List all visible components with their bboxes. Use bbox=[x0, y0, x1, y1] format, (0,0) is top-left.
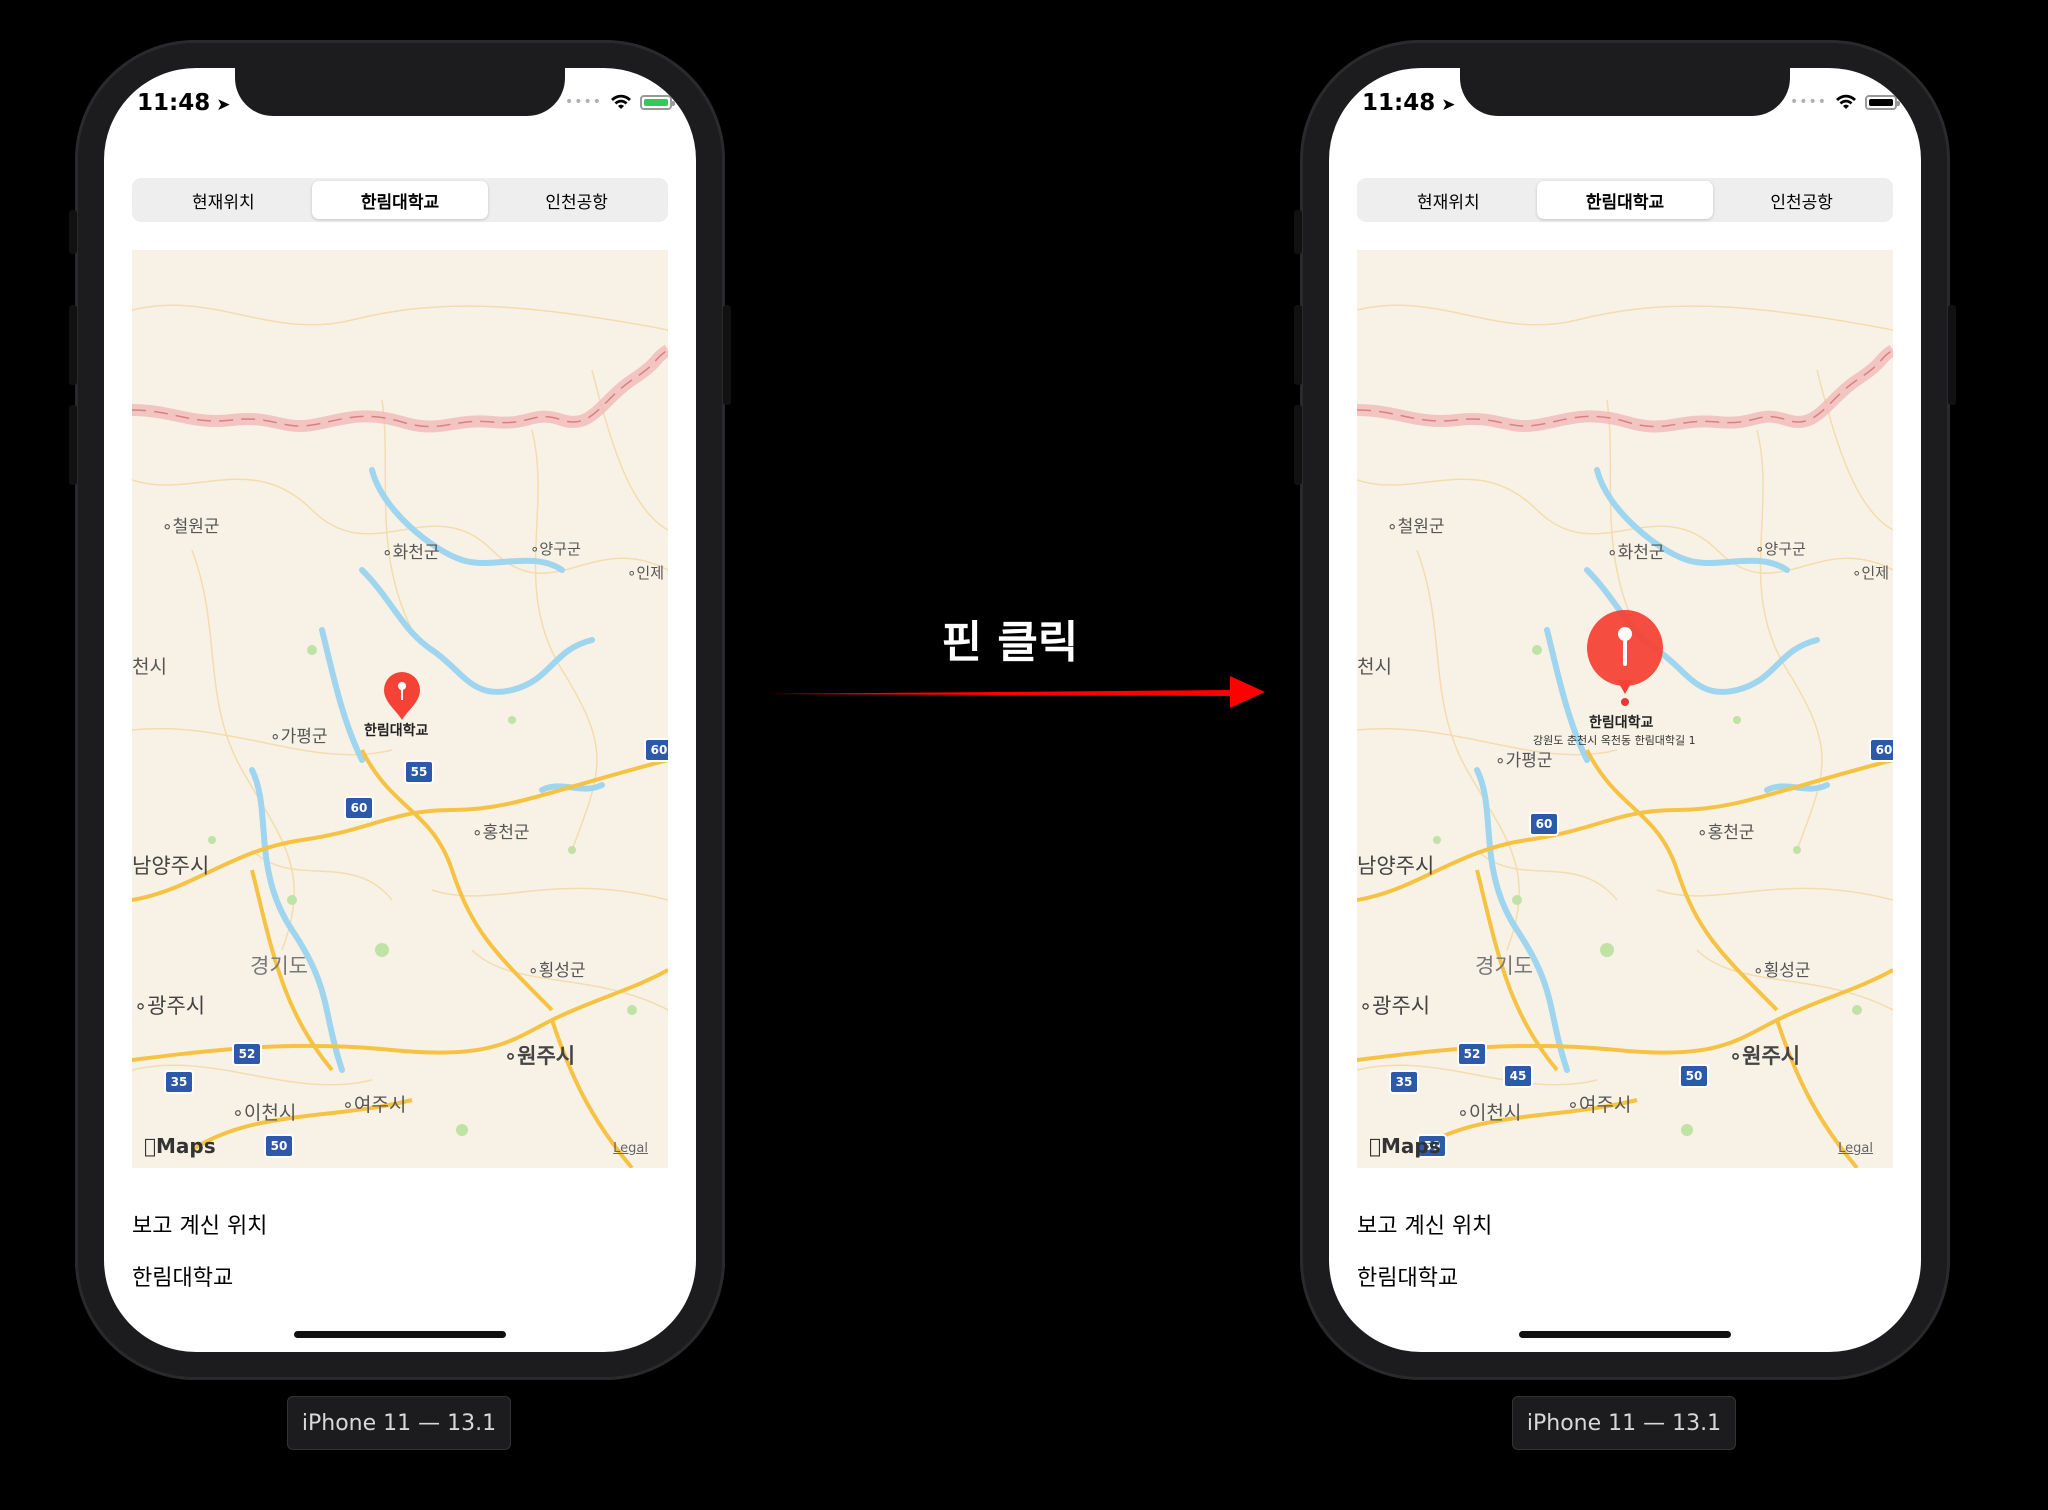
home-indicator[interactable] bbox=[1519, 1331, 1731, 1338]
place-label: 천시 bbox=[132, 656, 167, 678]
highway-shield: 55 bbox=[404, 760, 434, 784]
place-label: ∘여주시 bbox=[1567, 1094, 1632, 1116]
place-label: ∘인제 bbox=[1852, 564, 1889, 582]
legal-link[interactable]: Legal bbox=[1838, 1141, 1873, 1156]
silent-switch bbox=[69, 210, 77, 254]
place-label: ∘원주시 bbox=[1729, 1044, 1801, 1068]
battery-icon bbox=[640, 94, 675, 110]
highway-shield: 60 bbox=[1529, 812, 1559, 836]
place-label: ∘횡성군 bbox=[528, 961, 586, 981]
place-label: ∘이천시 bbox=[1457, 1102, 1522, 1124]
cellular-signal-icon: •••• bbox=[564, 94, 602, 110]
place-label: ∘철원군 bbox=[162, 517, 220, 537]
phone-screen: 11:48 ➤ •••• 현재위치 한림대학교 인천공항 ∘철원군 ∘화천군 ∘… bbox=[104, 68, 696, 1352]
info-value: 한림대학교 bbox=[132, 1266, 234, 1291]
highway-shield: 60 bbox=[644, 738, 668, 762]
segment-current-location[interactable]: 현재위치 bbox=[1360, 181, 1537, 219]
place-label: ∘양구군 bbox=[1755, 540, 1806, 558]
wifi-icon bbox=[611, 94, 631, 109]
volume-down-button bbox=[69, 405, 77, 485]
location-arrow-icon: ➤ bbox=[1441, 95, 1456, 115]
place-label: 남양주시 bbox=[1357, 854, 1435, 878]
highway-shield: 50 bbox=[1679, 1064, 1709, 1088]
map-pin-marker-selected[interactable] bbox=[1583, 610, 1667, 710]
place-label: ∘가평군 bbox=[270, 727, 328, 747]
segment-incheon-airport[interactable]: 인천공항 bbox=[1713, 181, 1890, 219]
place-label: ∘인제 bbox=[627, 564, 664, 582]
silent-switch bbox=[1294, 210, 1302, 254]
volume-up-button bbox=[69, 305, 77, 385]
map-pin-marker[interactable] bbox=[380, 670, 424, 722]
place-label: ∘원주시 bbox=[504, 1044, 576, 1068]
pin-icon bbox=[1587, 610, 1663, 706]
info-label: 보고 계신 위치 bbox=[132, 1214, 268, 1239]
place-label: ∘광주시 bbox=[1359, 994, 1431, 1018]
home-indicator[interactable] bbox=[294, 1331, 506, 1338]
device-label: iPhone 11 — 13.1 bbox=[287, 1396, 511, 1450]
place-label: ∘홍천군 bbox=[1697, 823, 1755, 843]
power-button bbox=[723, 305, 731, 405]
status-indicators: •••• bbox=[564, 94, 675, 110]
location-arrow-icon: ➤ bbox=[216, 95, 231, 115]
segmented-control: 현재위치 한림대학교 인천공항 bbox=[132, 178, 668, 222]
status-time: 11:48 ➤ bbox=[137, 90, 231, 116]
battery-icon bbox=[1865, 94, 1900, 110]
highway-shield: 52 bbox=[232, 1042, 262, 1066]
highway-shield: 50 bbox=[264, 1134, 294, 1158]
place-label: 천시 bbox=[1357, 656, 1392, 678]
place-label: ∘홍천군 bbox=[472, 823, 530, 843]
map-view[interactable]: ∘철원군 ∘화천군 ∘양구군 ∘인제 천시 ∘가평군 ∘홍천군 남양주시 경기도… bbox=[132, 250, 668, 1168]
pin-title: 한림대학교 bbox=[364, 723, 429, 739]
place-label: ∘양구군 bbox=[530, 540, 581, 558]
region-label: 경기도 bbox=[1475, 954, 1533, 978]
device-label: iPhone 11 — 13.1 bbox=[1512, 1396, 1736, 1450]
arrow-caption: 핀 클릭 bbox=[941, 617, 1079, 668]
phone-screen: 11:48 ➤ •••• 현재위치 한림대학교 인천공항 ∘철원군 ∘화천군 ∘… bbox=[1329, 68, 1921, 1352]
highway-shield: 60 bbox=[1869, 738, 1893, 762]
pin-icon bbox=[384, 672, 420, 720]
power-button bbox=[1948, 305, 1956, 405]
highway-shield: 60 bbox=[344, 796, 374, 820]
pin-title: 한림대학교 bbox=[1589, 715, 1654, 731]
wifi-icon bbox=[1836, 94, 1856, 109]
highway-shield: 52 bbox=[1457, 1042, 1487, 1066]
legal-link[interactable]: Legal bbox=[613, 1141, 648, 1156]
place-label: ∘여주시 bbox=[342, 1094, 407, 1116]
pin-subtitle: 강원도 춘천시 옥천동 한림대학길 1 bbox=[1533, 734, 1696, 747]
segment-current-location[interactable]: 현재위치 bbox=[135, 181, 312, 219]
place-label: ∘화천군 bbox=[382, 543, 440, 563]
volume-up-button bbox=[1294, 305, 1302, 385]
place-label: ∘철원군 bbox=[1387, 517, 1445, 537]
highway-shield: 35 bbox=[164, 1070, 194, 1094]
place-label: ∘이천시 bbox=[232, 1102, 297, 1124]
right-arrow-icon bbox=[765, 676, 1265, 708]
cellular-signal-icon: •••• bbox=[1789, 94, 1827, 110]
apple-maps-logo: Maps bbox=[144, 1134, 216, 1158]
iphone-simulator-before: 11:48 ➤ •••• 현재위치 한림대학교 인천공항 ∘철원군 ∘화천군 ∘… bbox=[69, 40, 731, 1380]
info-value: 한림대학교 bbox=[1357, 1266, 1459, 1291]
place-label: 남양주시 bbox=[132, 854, 210, 878]
highway-shield: 35 bbox=[1389, 1070, 1419, 1094]
place-label: ∘가평군 bbox=[1495, 751, 1553, 771]
volume-down-button bbox=[1294, 405, 1302, 485]
notch bbox=[235, 68, 565, 116]
place-label: ∘광주시 bbox=[134, 994, 206, 1018]
segment-hallym-university[interactable]: 한림대학교 bbox=[311, 181, 489, 219]
iphone-simulator-after: 11:48 ➤ •••• 현재위치 한림대학교 인천공항 ∘철원군 ∘화천군 ∘… bbox=[1294, 40, 1956, 1380]
map-view[interactable]: ∘철원군 ∘화천군 ∘양구군 ∘인제 천시 ∘가평군 ∘홍천군 남양주시 경기도… bbox=[1357, 250, 1893, 1168]
place-label: ∘화천군 bbox=[1607, 543, 1665, 563]
highway-shield: 45 bbox=[1503, 1064, 1533, 1088]
segment-incheon-airport[interactable]: 인천공항 bbox=[488, 181, 665, 219]
apple-maps-logo: Maps bbox=[1369, 1134, 1441, 1158]
segment-hallym-university[interactable]: 한림대학교 bbox=[1536, 181, 1714, 219]
notch bbox=[1460, 68, 1790, 116]
status-indicators: •••• bbox=[1789, 94, 1900, 110]
place-label: ∘횡성군 bbox=[1753, 961, 1811, 981]
status-time: 11:48 ➤ bbox=[1362, 90, 1456, 116]
region-label: 경기도 bbox=[250, 954, 308, 978]
info-label: 보고 계신 위치 bbox=[1357, 1214, 1493, 1239]
segmented-control: 현재위치 한림대학교 인천공항 bbox=[1357, 178, 1893, 222]
